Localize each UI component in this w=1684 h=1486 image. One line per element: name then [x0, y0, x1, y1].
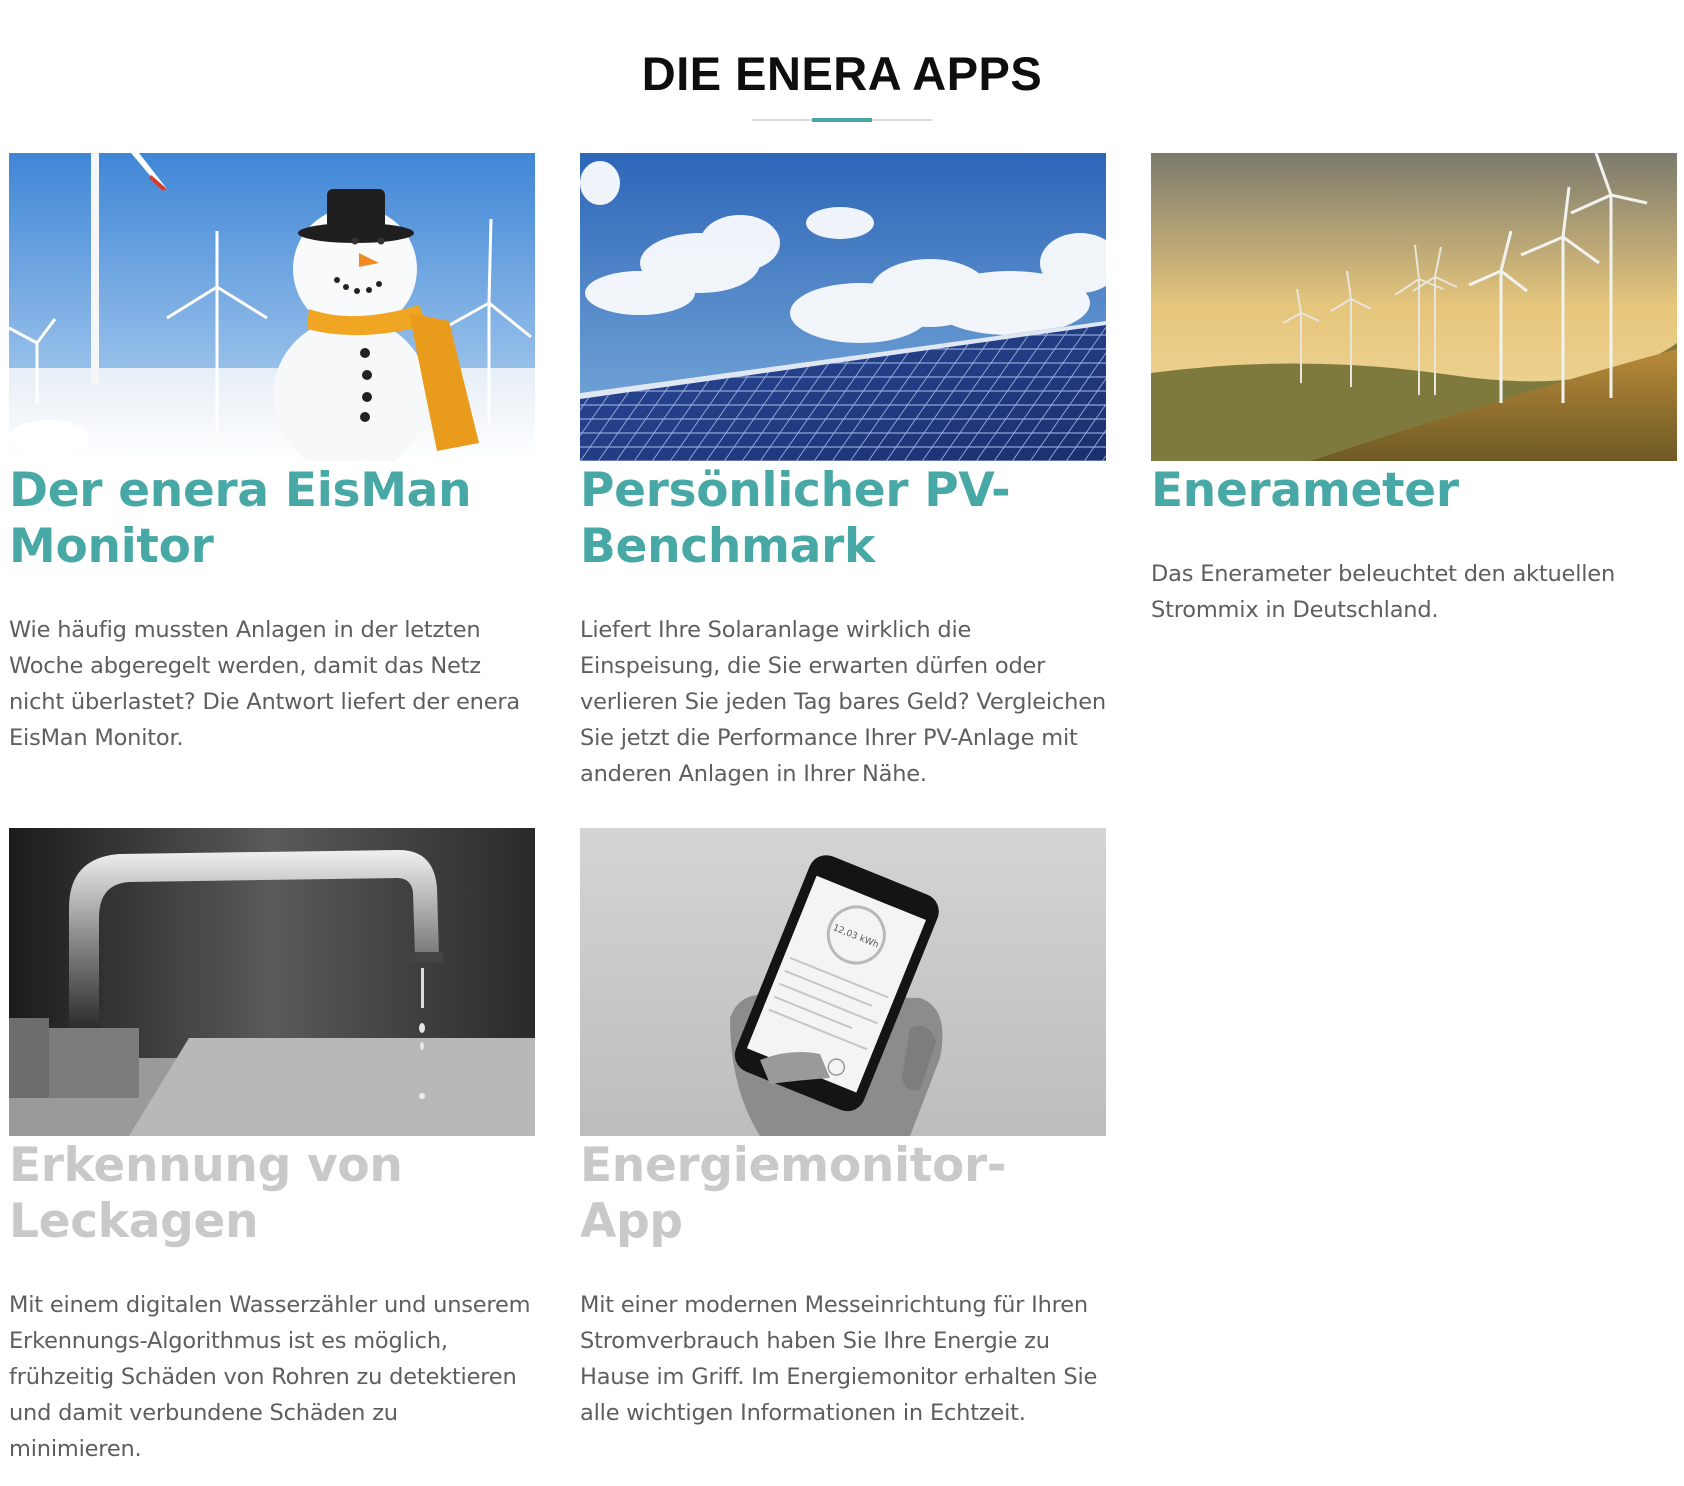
- app-description-enerameter: Das Enerameter beleuchtet den aktuellen …: [1151, 561, 1616, 623]
- app-card-energiemonitor[interactable]: 12,03 kWh Energiemonitor-App Mit einer m…: [580, 828, 1106, 1431]
- app-title-pv-benchmark[interactable]: Persönlicher PV-Benchmark: [580, 463, 1106, 575]
- section-heading: DIE ENERA APPS: [641, 47, 1043, 100]
- app-description-leckagen: Mit einem digitalen Wasserzähler und uns…: [9, 1292, 531, 1462]
- app-card-pv-benchmark[interactable]: Persönlicher PV-Benchmark Liefert Ihre S…: [580, 153, 1106, 792]
- app-description-eisman: Wie häufig mussten Anlagen in der letzte…: [9, 617, 520, 751]
- water-faucet-image[interactable]: [9, 828, 535, 1136]
- wind-turbines-sunset-image[interactable]: [1151, 153, 1677, 461]
- app-card-enerameter[interactable]: Enerameter Das Enerameter beleuchtet den…: [1151, 153, 1677, 628]
- app-description-pv-benchmark: Liefert Ihre Solaranlage wirklich die Ei…: [580, 617, 1106, 787]
- app-title-enerameter[interactable]: Enerameter: [1151, 463, 1677, 519]
- app-title-eisman[interactable]: Der enera EisMan Monitor: [9, 463, 535, 575]
- app-card-leckagen[interactable]: Erkennung von Leckagen Mit einem digital…: [9, 828, 535, 1467]
- app-title-leckagen[interactable]: Erkennung von Leckagen: [9, 1138, 535, 1250]
- solar-panel-image[interactable]: [580, 153, 1106, 461]
- app-title-energiemonitor[interactable]: Energiemonitor-App: [580, 1138, 1106, 1250]
- app-description-energiemonitor: Mit einer modernen Messeinrichtung für I…: [580, 1292, 1098, 1426]
- app-card-eisman[interactable]: Der enera EisMan Monitor Wie häufig muss…: [9, 153, 535, 756]
- heading-divider-accent: [812, 118, 872, 122]
- smartphone-hand-image[interactable]: 12,03 kWh: [580, 828, 1106, 1136]
- snowman-windfarm-image[interactable]: [9, 153, 535, 461]
